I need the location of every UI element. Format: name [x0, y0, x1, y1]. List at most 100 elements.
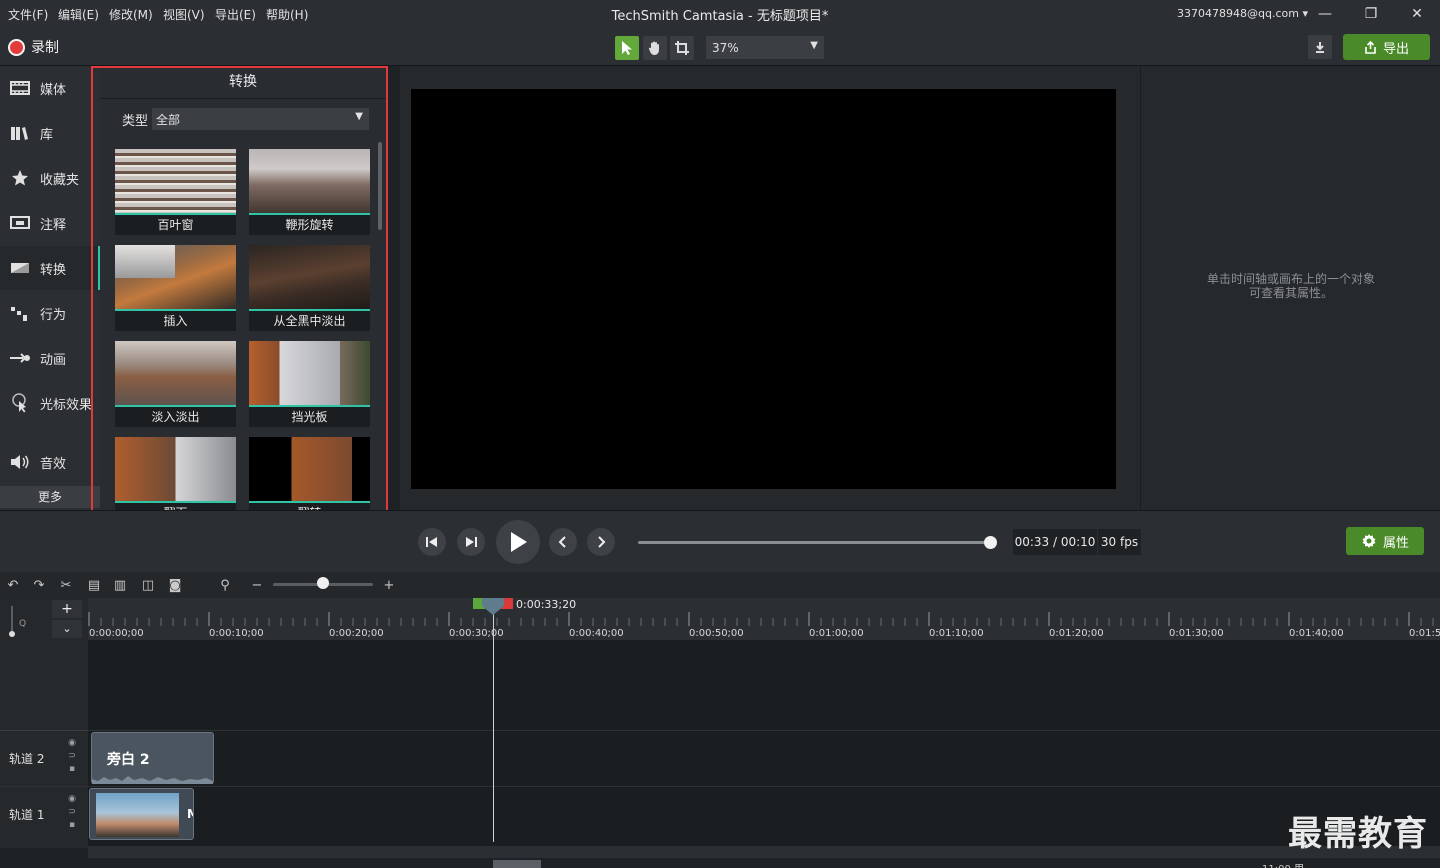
- play-button[interactable]: [496, 520, 540, 564]
- timeline-scrollbar[interactable]: [88, 846, 1440, 868]
- minimize-button[interactable]: —: [1315, 4, 1335, 24]
- playback-progress-knob[interactable]: [984, 536, 997, 549]
- pointer-icon: [622, 41, 632, 55]
- select-tool-button[interactable]: [615, 36, 639, 60]
- preview-canvas[interactable]: [411, 89, 1116, 489]
- transition-blinds[interactable]: 百叶窗: [115, 149, 236, 235]
- transition-barn-door[interactable]: 挡光板: [249, 341, 370, 427]
- crop-tool-button[interactable]: [670, 36, 694, 60]
- step-forward-icon: [466, 537, 477, 547]
- playhead-line: [493, 610, 494, 842]
- record-button[interactable]: 录制: [8, 37, 59, 57]
- watermark: 最需教育: [1288, 814, 1428, 854]
- sidebar-item-transitions[interactable]: 转换: [0, 246, 100, 290]
- previous-marker-button[interactable]: [549, 528, 577, 556]
- transition-whip-spin[interactable]: 鞭形旋转: [249, 149, 370, 235]
- gear-icon: [1362, 534, 1376, 548]
- playhead-handle[interactable]: [481, 598, 505, 616]
- sidebar-item-label: 注释: [40, 217, 67, 233]
- transition-fade[interactable]: 淡入淡出: [115, 341, 236, 427]
- menu-bar: 文件(F) 编辑(E) 修改(M) 视图(V) 导出(E) 帮助(H) Tech…: [0, 0, 1440, 28]
- annotation-icon: [10, 216, 30, 229]
- panel-title: 转换: [100, 66, 386, 99]
- collapse-tracks-button[interactable]: ⌄: [52, 620, 82, 638]
- export-button[interactable]: 导出: [1343, 34, 1430, 60]
- paste-icon[interactable]: ▥: [112, 577, 128, 593]
- tick-label: 0:01:40;00: [1289, 628, 1344, 639]
- snapshot-icon[interactable]: ◙: [167, 577, 183, 593]
- zoom-select[interactable]: 37% ▼: [705, 35, 825, 60]
- step-forward-button[interactable]: [457, 528, 485, 556]
- account-menu[interactable]: 3370478948@qq.com ▾: [1177, 7, 1308, 20]
- crop-icon: [675, 41, 689, 55]
- sidebar-item-annotations[interactable]: 注释: [0, 201, 100, 245]
- sidebar-item-behaviors[interactable]: 行为: [0, 291, 100, 335]
- sidebar-item-media[interactable]: 媒体: [0, 66, 100, 110]
- sidebar-item-cursor-effects[interactable]: 光标效果: [0, 381, 100, 425]
- download-button[interactable]: [1308, 35, 1332, 59]
- track-controls[interactable]: ◉ ⊃ ▪: [66, 737, 78, 781]
- sidebar-item-library[interactable]: 库: [0, 111, 100, 155]
- behavior-icon: [11, 307, 27, 321]
- transition-label: 挡光板: [291, 410, 328, 424]
- search-icon[interactable]: ⚲: [217, 577, 233, 593]
- waveform: [92, 776, 213, 784]
- record-icon: [8, 38, 25, 56]
- tick-label: 0:01:00;00: [809, 628, 864, 639]
- speaker-icon: [11, 455, 29, 469]
- step-back-icon: [426, 537, 437, 547]
- canvas-area: [400, 66, 1140, 510]
- split-icon[interactable]: ◫: [140, 577, 156, 593]
- undo-icon[interactable]: ↶: [5, 577, 21, 593]
- more-button[interactable]: 更多: [0, 486, 100, 508]
- cut-icon[interactable]: ✂: [58, 577, 74, 593]
- restore-button[interactable]: ❐: [1361, 4, 1381, 24]
- transition-flip[interactable]: 翻转: [249, 437, 370, 510]
- type-label: 类型: [122, 114, 149, 129]
- copy-icon[interactable]: ▤: [86, 577, 102, 593]
- audio-clip[interactable]: 旁白 2: [91, 732, 214, 784]
- accent-bar: [249, 405, 370, 407]
- type-select[interactable]: 全部 ▼: [152, 108, 369, 130]
- clip-label: 旁白 2: [107, 752, 150, 768]
- scrollbar-thumb[interactable]: [493, 860, 541, 868]
- transition-page-turn[interactable]: 翻页: [115, 437, 236, 510]
- timeline-ruler[interactable]: 0:00:00;00 0:00:10;00 0:00:20;00 0:00:30…: [88, 598, 1440, 640]
- step-back-button[interactable]: [418, 528, 446, 556]
- thumbnail-image: [249, 245, 370, 311]
- pan-tool-button[interactable]: [643, 36, 667, 60]
- timeline-zoom-knob[interactable]: [317, 577, 329, 589]
- sidebar-item-label: 音效: [40, 456, 67, 472]
- next-marker-button[interactable]: [587, 528, 615, 556]
- close-button[interactable]: ✕: [1407, 4, 1427, 24]
- sidebar-item-label: 行为: [40, 307, 67, 323]
- sidebar-item-favorites[interactable]: 收藏夹: [0, 156, 100, 200]
- sidebar-item-audio-effects[interactable]: 音效: [0, 440, 100, 484]
- clip-label: M: [187, 807, 193, 821]
- sidebar-item-animations[interactable]: 动画: [0, 336, 100, 380]
- accent-bar: [249, 501, 370, 503]
- transition-label: 百叶窗: [157, 218, 194, 232]
- thumbnail-image: [249, 149, 370, 215]
- track-height-slider[interactable]: Q: [8, 604, 30, 638]
- chevron-down-icon: ▾: [1302, 7, 1308, 20]
- playback-progress-track[interactable]: [638, 541, 990, 544]
- tick-label: 0:00:40;00: [569, 628, 624, 639]
- video-clip[interactable]: M: [89, 788, 194, 840]
- zoom-out-icon[interactable]: −: [249, 577, 265, 593]
- track-controls[interactable]: ◉ ⊃ ▪: [66, 793, 78, 837]
- panel-scrollbar[interactable]: [378, 142, 382, 230]
- properties-label: 属性: [1382, 535, 1409, 551]
- export-label: 导出: [1382, 41, 1409, 57]
- hand-icon: [648, 41, 659, 55]
- add-track-button[interactable]: +: [52, 600, 82, 618]
- status-text: 11:00 用: [1262, 860, 1304, 868]
- tick-label: 0:01:20;00: [1049, 628, 1104, 639]
- zoom-in-icon[interactable]: +: [381, 577, 397, 593]
- clip-thumbnail: [96, 793, 179, 837]
- transition-fade-from-black[interactable]: 从全黑中淡出: [249, 245, 370, 331]
- redo-icon[interactable]: ↷: [31, 577, 47, 593]
- properties-button[interactable]: 属性: [1346, 527, 1424, 555]
- slider-icon: Q: [9, 606, 26, 637]
- transition-insert[interactable]: 插入: [115, 245, 236, 331]
